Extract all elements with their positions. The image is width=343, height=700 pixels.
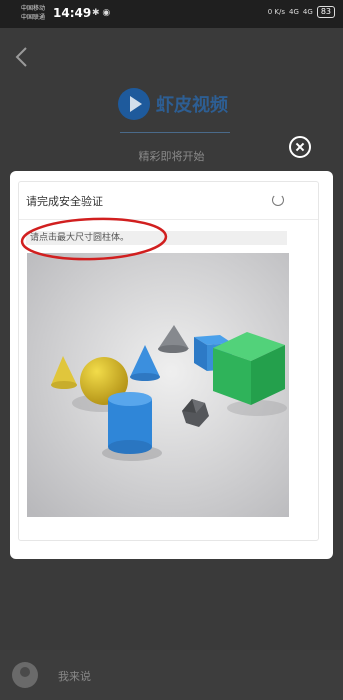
- captcha-image[interactable]: [27, 253, 289, 517]
- app-name: 虾皮视频: [156, 95, 228, 116]
- carrier-2: 中国联通: [21, 14, 46, 21]
- comment-bar: [0, 650, 343, 700]
- status-bar: 中国移动 中国联通 14:49 ✱ ◉ 0 K/s 4G 4G 83: [0, 0, 343, 28]
- play-logo-icon: [118, 88, 150, 120]
- signal-2: 4G: [302, 8, 313, 16]
- status-right: 0 K/s 4G 4G 83: [268, 6, 335, 18]
- avatar-icon[interactable]: [12, 662, 38, 688]
- comment-input[interactable]: 我来说: [58, 668, 91, 684]
- carrier-labels: 中国移动 中国联通: [21, 4, 45, 22]
- battery-icon: 83: [316, 6, 335, 18]
- clock: 14:49: [53, 6, 92, 20]
- captcha-modal: 请完成安全验证 请点击最大尺寸圆柱体。: [10, 171, 333, 559]
- annotation-highlight: [20, 217, 168, 261]
- notification-icons: ✱ ◉: [92, 8, 111, 18]
- back-chevron-icon[interactable]: [14, 46, 28, 68]
- close-icon[interactable]: [289, 136, 311, 158]
- net-speed: 0 K/s: [267, 8, 286, 16]
- divider: [120, 132, 230, 133]
- carrier-1: 中国移动: [21, 5, 46, 12]
- green-cube[interactable]: [213, 332, 285, 405]
- blue-cylinder[interactable]: [108, 392, 152, 454]
- signal-1: 4G: [289, 8, 299, 16]
- refresh-icon[interactable]: [272, 194, 284, 206]
- captcha-title: 请完成安全验证: [26, 195, 103, 208]
